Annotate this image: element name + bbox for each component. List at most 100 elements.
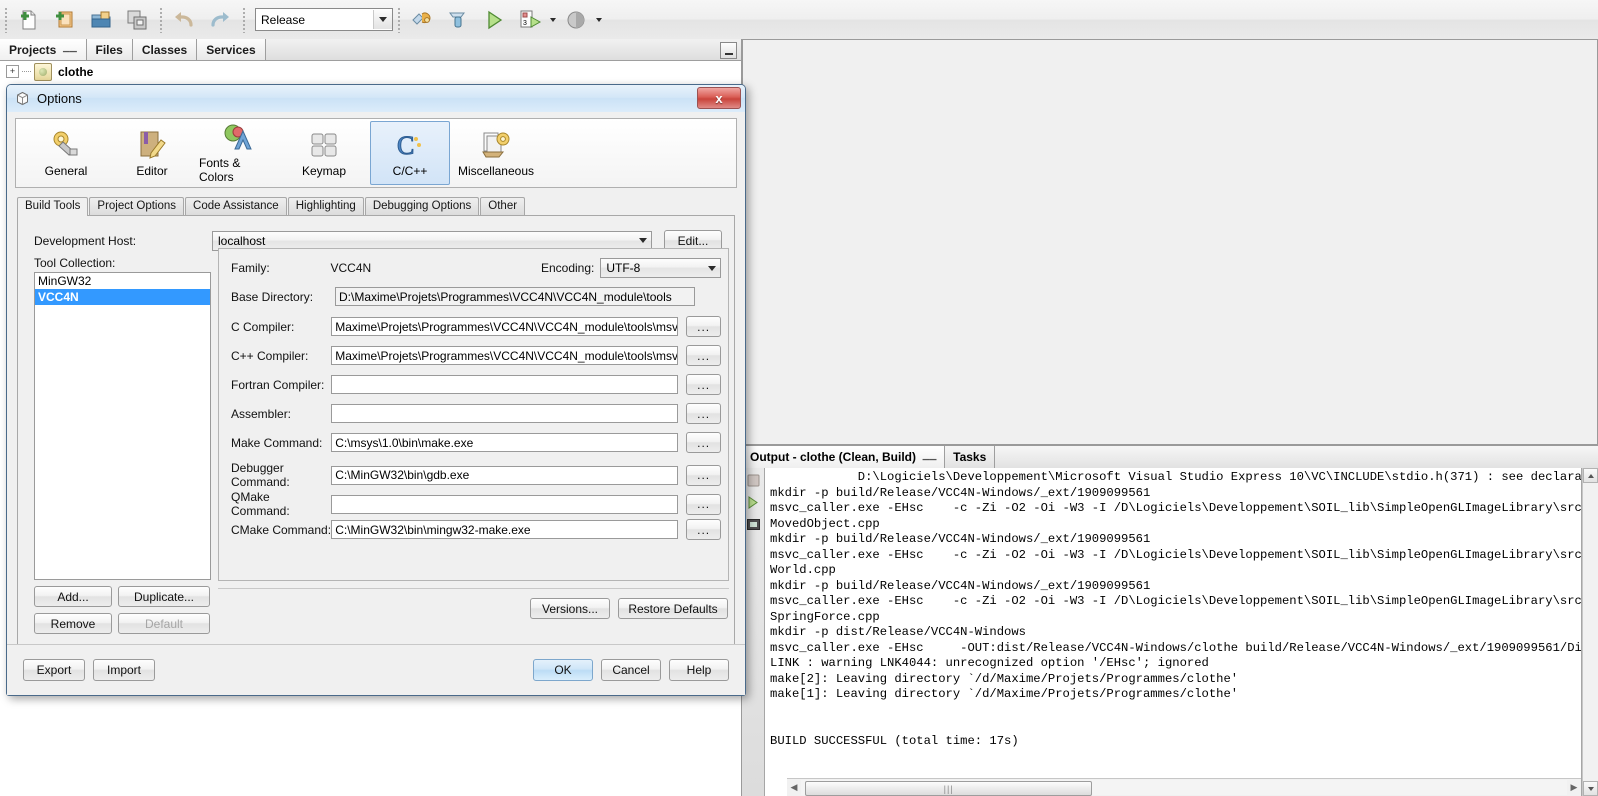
close-icon[interactable]: x: [697, 87, 741, 109]
tool-collection-label: Tool Collection:: [34, 256, 116, 270]
close-output-tab-icon[interactable]: ⚊⚊: [922, 452, 937, 463]
category-c-cpp[interactable]: C C/C++: [370, 121, 450, 185]
profile-project-icon[interactable]: [559, 4, 593, 36]
tab-debugging-options[interactable]: Debugging Options: [364, 197, 480, 215]
debugger-command-browse-button[interactable]: ...: [686, 464, 721, 486]
close-tab-icon[interactable]: ⚊⚊: [62, 44, 77, 55]
hscroll-track[interactable]: |||: [801, 780, 1567, 796]
dialog-titlebar[interactable]: Options x: [7, 85, 745, 113]
tab-tasks[interactable]: Tasks: [945, 446, 996, 468]
qmake-command-input[interactable]: [331, 494, 679, 514]
scroll-right-icon[interactable]: ▶: [1567, 780, 1581, 795]
qmake-command-row: QMake Command: ...: [231, 490, 721, 518]
rerun-icon[interactable]: [745, 494, 761, 510]
chevron-down-icon[interactable]: [634, 238, 651, 243]
profile-dropdown-arrow-icon[interactable]: [594, 5, 604, 35]
output-hscrollbar[interactable]: ◀ ||| ▶: [787, 778, 1581, 796]
tab-services[interactable]: Services: [197, 39, 266, 60]
tree-row-project[interactable]: + clothe: [0, 61, 741, 82]
clear-output-icon[interactable]: [745, 516, 761, 532]
stop-build-icon[interactable]: [745, 472, 761, 488]
tool-collection-item-mingw32[interactable]: MinGW32: [35, 273, 210, 289]
toolbar-grip-2[interactable]: [159, 6, 163, 33]
tab-classes[interactable]: Classes: [132, 39, 198, 60]
c-compiler-browse-button[interactable]: ...: [686, 316, 721, 337]
assembler-input[interactable]: [331, 404, 679, 423]
encoding-combo[interactable]: UTF-8: [600, 258, 721, 278]
remove-button[interactable]: Remove: [34, 613, 112, 634]
debug-project-icon[interactable]: 3: [513, 4, 547, 36]
new-project-icon[interactable]: [48, 4, 82, 36]
c-compiler-input[interactable]: Maxime\Projets\Programmes\VCC4N\VCC4N_mo…: [331, 317, 679, 336]
tab-output[interactable]: Output - clothe (Clean, Build) ⚊⚊: [742, 446, 946, 468]
chevron-down-icon[interactable]: [373, 10, 392, 29]
fortran-compiler-input[interactable]: [331, 375, 679, 394]
versions-button[interactable]: Versions...: [530, 598, 610, 619]
output-vscrollbar[interactable]: [1582, 468, 1598, 796]
remove-button-label: Remove: [50, 616, 96, 631]
toolbar-grip-3[interactable]: [242, 6, 246, 33]
category-fonts-colors[interactable]: Fonts & Colors: [198, 121, 278, 185]
scroll-down-icon[interactable]: [1583, 781, 1598, 796]
make-command-browse-button[interactable]: ...: [686, 432, 721, 453]
save-all-icon[interactable]: [120, 4, 154, 36]
clean-build-icon[interactable]: [441, 4, 475, 36]
scroll-left-icon[interactable]: ◀: [787, 780, 801, 795]
export-button[interactable]: Export: [23, 659, 85, 681]
base-directory-input[interactable]: D:\Maxime\Projets\Programmes\VCC4N\VCC4N…: [335, 287, 695, 306]
tab-other[interactable]: Other: [480, 197, 526, 215]
output-text-area[interactable]: D:\Logiciels\Developpement\Microsoft Vis…: [765, 468, 1582, 796]
tab-files[interactable]: Files: [86, 39, 133, 60]
tab-highlighting[interactable]: Highlighting: [287, 197, 364, 215]
chevron-down-icon[interactable]: [703, 265, 720, 271]
toolbar-grip-4[interactable]: [397, 6, 401, 33]
tab-projects[interactable]: Projects ⚊⚊: [0, 39, 87, 60]
new-file-icon[interactable]: [12, 4, 46, 36]
import-button[interactable]: Import: [93, 659, 155, 681]
help-button[interactable]: Help: [669, 659, 729, 681]
category-c-cpp-label: C/C++: [392, 164, 428, 178]
tab-build-tools[interactable]: Build Tools: [17, 197, 89, 216]
c-compiler-value: Maxime\Projets\Programmes\VCC4N\VCC4N_mo…: [335, 319, 678, 334]
ok-button[interactable]: OK: [533, 659, 593, 681]
fortran-compiler-browse-button[interactable]: ...: [686, 374, 721, 395]
category-general[interactable]: General: [26, 121, 106, 185]
default-button-label: Default: [144, 616, 184, 631]
cancel-button[interactable]: Cancel: [601, 659, 661, 681]
debug-dropdown-arrow-icon[interactable]: [548, 5, 558, 35]
duplicate-button[interactable]: Duplicate...: [118, 586, 210, 607]
configuration-combo[interactable]: Release: [255, 8, 393, 31]
expand-node-icon[interactable]: +: [6, 65, 19, 78]
redo-icon[interactable]: [203, 4, 237, 36]
hscroll-thumb[interactable]: |||: [805, 781, 1092, 796]
tool-collection-item-vcc4n[interactable]: VCC4N: [35, 289, 210, 305]
add-button[interactable]: Add...: [34, 586, 112, 607]
run-project-icon[interactable]: [477, 4, 511, 36]
minimize-panel-button[interactable]: [720, 42, 737, 59]
category-miscellaneous[interactable]: Miscellaneous: [456, 121, 536, 185]
tool-collection-list[interactable]: MinGW32 VCC4N: [34, 272, 211, 580]
cmake-command-input[interactable]: C:\MinGW32\bin\mingw32-make.exe: [331, 520, 679, 539]
tab-code-assistance[interactable]: Code Assistance: [185, 197, 287, 215]
tab-project-options[interactable]: Project Options: [89, 197, 185, 215]
restore-defaults-button[interactable]: Restore Defaults: [618, 598, 728, 619]
category-editor[interactable]: Editor: [112, 121, 192, 185]
versions-button-label: Versions...: [541, 601, 599, 616]
debugger-command-input[interactable]: C:\MinGW32\bin\gdb.exe: [331, 465, 679, 485]
cmake-command-browse-button[interactable]: ...: [686, 519, 721, 540]
assembler-browse-button[interactable]: ...: [686, 403, 721, 424]
cpp-compiler-input[interactable]: Maxime\Projets\Programmes\VCC4N\VCC4N_mo…: [331, 346, 679, 365]
import-button-label: Import: [106, 663, 141, 677]
build-project-icon[interactable]: [405, 4, 439, 36]
cpp-compiler-browse-button[interactable]: ...: [686, 345, 721, 366]
category-keymap[interactable]: Keymap: [284, 121, 364, 185]
undo-icon[interactable]: [167, 4, 201, 36]
base-directory-label: Base Directory:: [231, 289, 314, 304]
toolbar-grip-1[interactable]: [4, 6, 8, 33]
open-project-icon[interactable]: [84, 4, 118, 36]
documents-gear-icon: [478, 128, 514, 161]
make-command-input[interactable]: C:\msys\1.0\bin\make.exe: [331, 433, 679, 452]
qmake-command-browse-button[interactable]: ...: [686, 493, 721, 515]
project-icon: [34, 62, 52, 81]
scroll-up-icon[interactable]: [1583, 468, 1598, 483]
